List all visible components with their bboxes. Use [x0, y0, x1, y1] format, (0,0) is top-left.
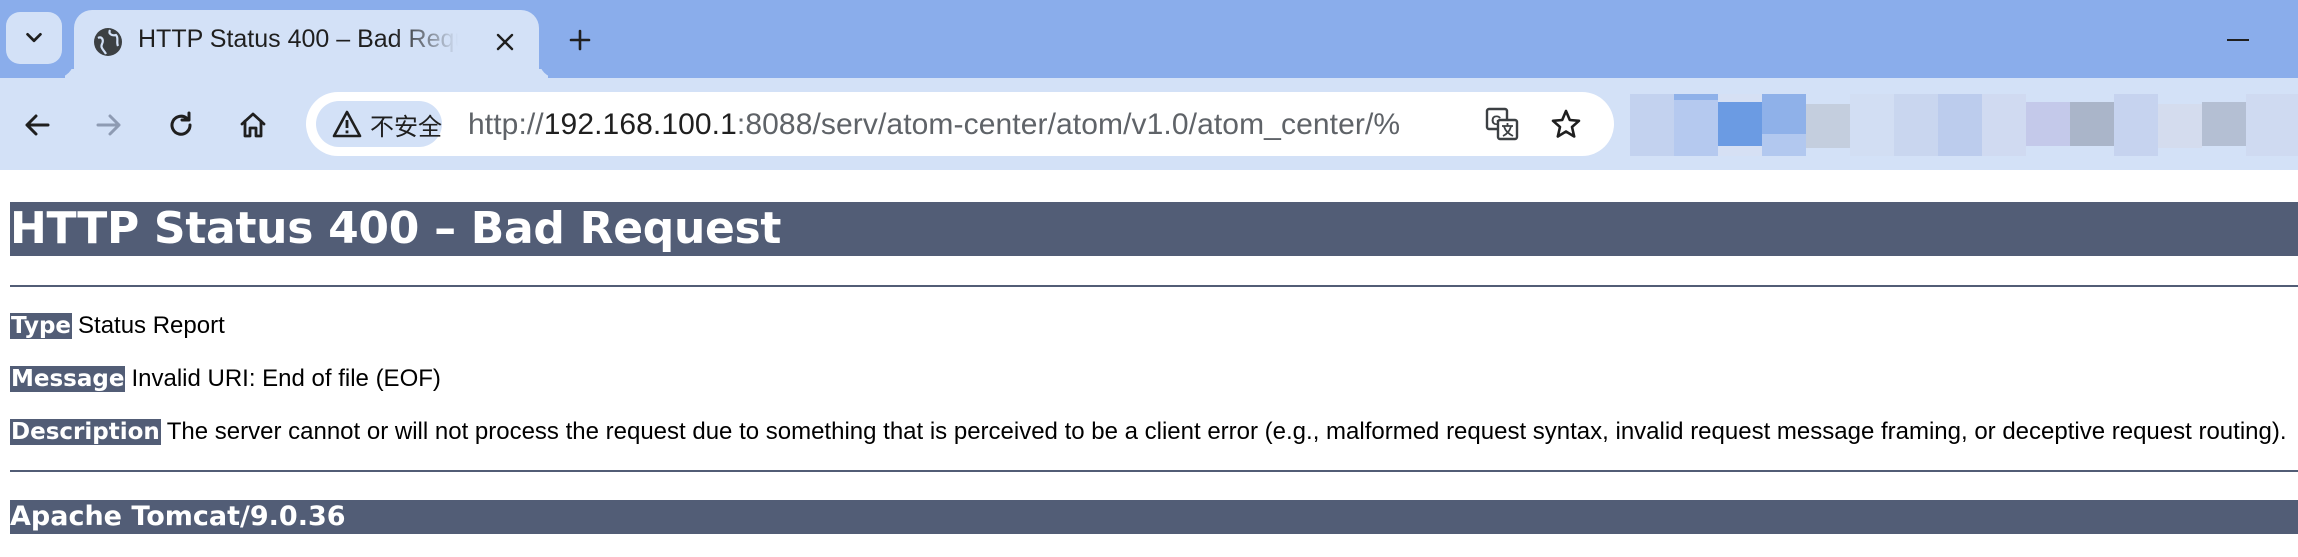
home-button[interactable]: [230, 102, 276, 148]
warning-icon: [332, 109, 362, 139]
close-tab-button[interactable]: [487, 24, 523, 60]
url-scheme: http://: [468, 108, 544, 141]
description-value: The server cannot or will not process th…: [166, 418, 2287, 445]
bookmark-star-button[interactable]: [1548, 106, 1584, 142]
active-tab[interactable]: HTTP Status 400 – Bad Request: [74, 10, 539, 78]
message-label: Message: [10, 366, 126, 392]
tab-strip: HTTP Status 400 – Bad Request: [0, 0, 2298, 78]
star-icon: [1551, 109, 1581, 138]
back-button[interactable]: [14, 102, 60, 148]
reload-button[interactable]: [158, 102, 204, 148]
minimize-icon: [2227, 39, 2249, 41]
translate-button[interactable]: G: [1484, 106, 1520, 142]
description-label: Description: [10, 419, 161, 445]
arrow-right-icon: [96, 114, 121, 136]
url-text[interactable]: http://192.168.100.1:8088/serv/atom-cent…: [468, 108, 1400, 142]
security-label: 不安全: [370, 113, 442, 141]
new-tab-button[interactable]: [560, 20, 600, 60]
type-row: Type Status Report: [10, 310, 225, 342]
message-row: Message Invalid URI: End of file (EOF): [10, 363, 441, 395]
globe-icon: [94, 28, 122, 56]
tab-search-button[interactable]: [6, 12, 62, 64]
chevron-down-icon: [26, 32, 42, 43]
reload-icon: [170, 111, 192, 136]
page-content: HTTP Status 400 – Bad Request Type Status…: [0, 170, 2298, 557]
security-indicator-chip[interactable]: 不安全: [316, 101, 442, 147]
message-value: Invalid URI: End of file (EOF): [131, 365, 441, 392]
url-path: :8088/serv/atom-center/atom/v1.0/atom_ce…: [736, 108, 1401, 141]
page-title: HTTP Status 400 – Bad Request: [10, 202, 2298, 256]
divider: [10, 285, 2298, 287]
extensions-area-blurred: [1630, 94, 2298, 158]
divider: [10, 470, 2298, 472]
type-value: Status Report: [78, 312, 225, 339]
description-row: Description The server cannot or will not…: [10, 416, 2287, 448]
translate-icon: G: [1485, 107, 1519, 141]
url-host: 192.168.100.1: [543, 108, 737, 141]
server-info: Apache Tomcat/9.0.36: [10, 500, 2298, 534]
close-icon: [496, 33, 514, 51]
address-bar[interactable]: 不安全 http://192.168.100.1:8088/serv/atom-…: [306, 92, 1614, 156]
forward-button[interactable]: [86, 102, 132, 148]
browser-toolbar: 不安全 http://192.168.100.1:8088/serv/atom-…: [0, 78, 2298, 170]
type-label: Type: [10, 313, 73, 339]
home-icon: [240, 112, 266, 138]
tab-title: HTTP Status 400 – Bad Request: [138, 25, 458, 53]
minimize-window-button[interactable]: [2218, 20, 2258, 60]
plus-icon: [569, 29, 591, 51]
arrow-left-icon: [25, 114, 50, 136]
